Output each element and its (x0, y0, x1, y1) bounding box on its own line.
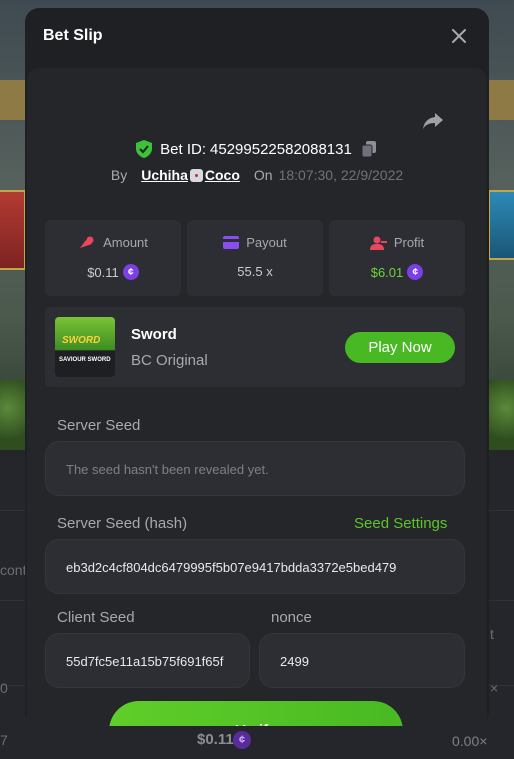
background-decor (0, 80, 26, 120)
profit-label: Profit (393, 235, 425, 250)
amount-stat: Amount $0.11 ¢ (45, 220, 181, 296)
server-seed-hash-label: Server Seed (hash) (57, 515, 188, 532)
amount-icon (80, 236, 94, 248)
server-seed-field[interactable]: The seed hasn't been revealed yet. (45, 441, 465, 496)
payout-icon (223, 236, 240, 249)
background-decor (488, 80, 514, 120)
play-now-button[interactable]: Play Now (345, 332, 455, 363)
bet-id-label: Bet ID: (160, 140, 207, 158)
user-name-second: Coco (204, 167, 240, 183)
server-seed-hash-field[interactable]: eb3d2c4cf804dc6479995f5b07e9417bdda3372e… (45, 539, 465, 594)
background-text: × (490, 680, 499, 696)
game-thumbnail[interactable]: SWORD SAVIOUR SWORD (55, 317, 115, 377)
bet-author-row: By Uchiha Coco On 18:07:30, 22/9/2022 (27, 167, 487, 183)
nonce-label: nonce (271, 609, 312, 626)
game-name: Sword (131, 326, 177, 343)
by-label: By (110, 167, 128, 183)
background-text: t (490, 626, 494, 642)
background-red-gem (0, 190, 26, 270)
profit-value: $6.01 (370, 264, 404, 280)
user-link[interactable]: Uchiha Coco (141, 167, 240, 183)
coin-icon: ¢ (233, 731, 251, 749)
client-seed-label: Client Seed (57, 609, 135, 626)
coin-icon: ¢ (122, 264, 139, 280)
bet-slip-content: Bet ID: 4529952258208813​1 By Uchiha Coc… (27, 68, 487, 726)
copy-icon[interactable] (360, 140, 378, 158)
background-multiplier: 0.00× (452, 733, 488, 749)
thumbnail-subtitle: SAVIOUR SWORD (59, 357, 111, 363)
game-type: BC Original (131, 352, 208, 369)
bet-slip-modal: Bet Slip Bet ID: 4529952258208813​1 By (25, 8, 489, 726)
share-icon[interactable] (421, 108, 445, 132)
bet-stats: Amount $0.11 ¢ Payout 55.5 x Profit $6.0… (45, 220, 465, 296)
payout-label: Payout (246, 235, 287, 250)
close-button[interactable] (449, 26, 469, 46)
shield-check-icon (136, 140, 153, 158)
background-text: 7 (0, 732, 8, 748)
verify-button[interactable]: Verify (109, 701, 403, 726)
seed-settings-link[interactable]: Seed Settings (354, 515, 447, 532)
background-grass (488, 380, 514, 450)
profit-icon (369, 236, 387, 250)
server-seed-label: Server Seed (57, 417, 141, 434)
background-text: cont (0, 562, 27, 578)
nonce-field[interactable]: 2499 (259, 633, 465, 688)
dice-icon (189, 168, 203, 182)
amount-label: Amount (103, 235, 148, 250)
background-amount: $0.11 (197, 731, 234, 748)
thumbnail-title: SWORD (62, 335, 101, 346)
bet-timestamp: 18:07:30, 22/9/2022 (278, 167, 404, 183)
close-icon (452, 29, 466, 43)
amount-value: $0.11 (87, 264, 119, 280)
profit-stat: Profit $6.01 ¢ (329, 220, 465, 296)
background-blue-gem (488, 190, 514, 260)
client-seed-field[interactable]: 55d7fc5e11a15b75f691f65f (45, 633, 250, 688)
bet-id-row: Bet ID: 4529952258208813​1 (27, 140, 487, 158)
user-name-first: Uchiha (141, 167, 188, 183)
coin-icon: ¢ (407, 264, 424, 280)
modal-title: Bet Slip (43, 27, 103, 44)
background-text: 0 (0, 680, 8, 696)
game-card: SWORD SAVIOUR SWORD Sword BC Original Pl… (45, 307, 465, 387)
payout-stat: Payout 55.5 x (187, 220, 323, 296)
bet-id-value: 4529952258208813​1 (210, 140, 352, 158)
payout-value: 55.5 x (237, 264, 273, 279)
modal-header: Bet Slip (25, 8, 489, 66)
background-grass (0, 380, 26, 450)
on-label: On (253, 167, 273, 183)
